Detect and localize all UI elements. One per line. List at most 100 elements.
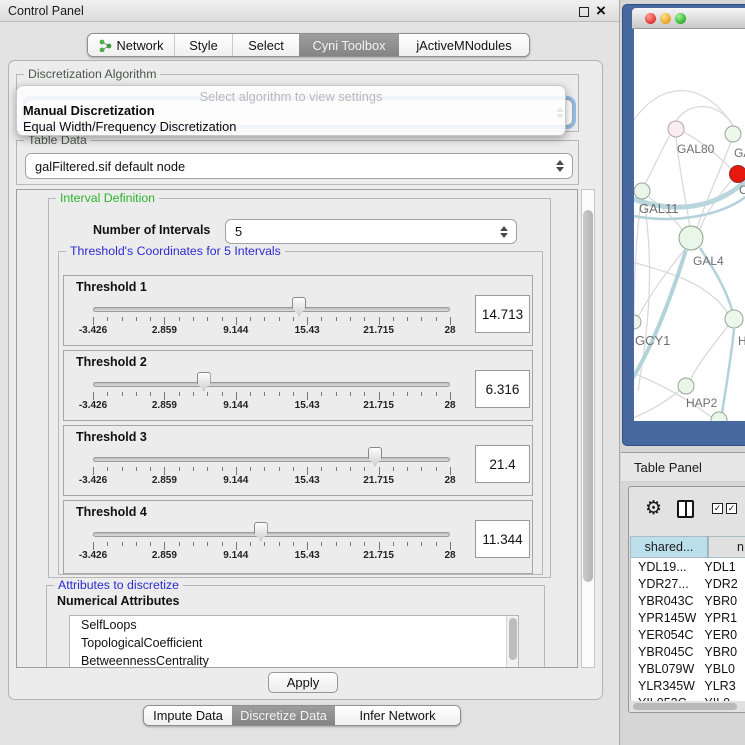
threshold-value-field[interactable]: 14.713 — [475, 295, 530, 333]
table-cell-name[interactable]: YBR0 — [704, 645, 745, 659]
slider-tick-label: 9.144 — [208, 325, 264, 336]
top-tab-style[interactable]: Style — [175, 34, 233, 56]
top-tab-network[interactable]: Network — [88, 34, 175, 56]
table-cell-shared-name[interactable]: YDL19... — [631, 560, 704, 574]
top-tab-select[interactable]: Select — [233, 34, 299, 56]
table-cell-name[interactable]: YDR2 — [704, 577, 745, 591]
threshold-row: Threshold 1-3.4262.8599.14415.4321.71528… — [63, 275, 533, 346]
dropdown-option-manual[interactable]: Manual Discretization — [23, 103, 155, 118]
table-rows[interactable]: YDL19...YDL1YDR27...YDR2YBR043CYBR0YPR14… — [630, 558, 745, 701]
network-node[interactable] — [679, 226, 703, 250]
attributes-list-scrollbar[interactable] — [506, 616, 518, 668]
slider-tick — [436, 317, 437, 321]
table-cell-name[interactable]: YBL0 — [704, 662, 745, 676]
table-cell-shared-name[interactable]: YER054C — [631, 628, 704, 642]
split-columns-icon[interactable] — [677, 500, 694, 518]
table-row[interactable]: YDR27...YDR2 — [631, 575, 745, 592]
minimize-traffic-light[interactable] — [660, 13, 671, 24]
attribute-list-item[interactable]: TopologicalCoefficient — [70, 634, 518, 652]
slider-tick — [450, 317, 451, 325]
slider-track[interactable] — [93, 307, 450, 312]
slider-thumb[interactable] — [292, 297, 306, 316]
slider-tick-label: 9.144 — [208, 550, 264, 561]
table-cell-shared-name[interactable]: YIL052C — [631, 696, 704, 702]
slider-track[interactable] — [93, 457, 450, 462]
network-node[interactable] — [725, 310, 743, 328]
top-tab-cyni-toolbox[interactable]: Cyni Toolbox — [299, 34, 399, 56]
table-row[interactable]: YBR045CYBR0 — [631, 643, 745, 660]
table-cell-name[interactable]: YER0 — [704, 628, 745, 642]
network-node[interactable] — [678, 378, 694, 394]
attribute-list-item[interactable]: BetweennessCentrality — [70, 652, 518, 668]
gear-icon[interactable]: ⚙ — [645, 499, 662, 518]
table-cell-shared-name[interactable]: YPR145W — [631, 611, 704, 625]
slider-tick — [179, 542, 180, 546]
network-node[interactable] — [668, 121, 684, 137]
table-cell-name[interactable]: YPR1 — [704, 611, 745, 625]
slider-thumb[interactable] — [197, 372, 211, 391]
close-icon[interactable]: × — [594, 0, 608, 22]
slider-tick — [207, 392, 208, 396]
slider-tick — [407, 317, 408, 321]
bottom-tab-discretize-data[interactable]: Discretize Data — [232, 706, 335, 725]
table-row[interactable]: YDL19...YDL1 — [631, 558, 745, 575]
attribute-list-item[interactable]: SelfLoops — [70, 616, 518, 634]
slider-tick — [350, 542, 351, 546]
table-data-combo[interactable]: galFiltered.sif default node — [25, 153, 573, 179]
table-row[interactable]: YIL052CYIL0 — [631, 694, 745, 701]
network-node[interactable] — [711, 412, 727, 421]
table-row[interactable]: YER054CYER0 — [631, 626, 745, 643]
threshold-value-field[interactable]: 11.344 — [475, 520, 530, 558]
checkbox-icon[interactable]: ✓ — [726, 503, 737, 514]
table-cell-name[interactable]: YLR3 — [704, 679, 745, 693]
threshold-value-field[interactable]: 21.4 — [475, 445, 530, 483]
slider-tick-label: 2.859 — [136, 400, 192, 411]
settings-scrollbar-thumb[interactable] — [583, 210, 593, 582]
num-intervals-combo[interactable]: 5 — [225, 219, 517, 244]
settings-scrollbar[interactable] — [581, 189, 595, 668]
table-cell-shared-name[interactable]: YLR345W — [631, 679, 704, 693]
bottom-tab-infer-network[interactable]: Infer Network — [335, 706, 460, 725]
slider-tick — [293, 467, 294, 471]
table-row[interactable]: YBL079WYBL0 — [631, 660, 745, 677]
network-node[interactable] — [730, 166, 745, 183]
table-cell-shared-name[interactable]: YBL079W — [631, 662, 704, 676]
slider-track[interactable] — [93, 532, 450, 537]
table-row[interactable]: YBR043CYBR0 — [631, 592, 745, 609]
dropdown-option-equal-width[interactable]: Equal Width/Frequency Discretization — [23, 119, 236, 134]
close-traffic-light[interactable] — [645, 13, 656, 24]
zoom-traffic-light[interactable] — [675, 13, 686, 24]
slider-thumb[interactable] — [368, 447, 382, 466]
network-graph[interactable]: GAL80GACGAL11GAL4GCY1HHAP2 — [634, 29, 745, 421]
table-cell-shared-name[interactable]: YDR27... — [631, 577, 704, 591]
table-row[interactable]: YLR345WYLR3 — [631, 677, 745, 694]
table-cell-shared-name[interactable]: YBR045C — [631, 645, 704, 659]
threshold-value-field[interactable]: 6.316 — [475, 370, 530, 408]
slider-tick-label: -3.426 — [65, 400, 121, 411]
apply-button[interactable]: Apply — [268, 672, 338, 693]
numerical-attributes-list[interactable]: SelfLoopsTopologicalCoefficientBetweenne… — [69, 615, 519, 668]
network-node[interactable] — [725, 126, 741, 142]
slider-tick-label: 28 — [422, 550, 478, 561]
threshold-row: Threshold 2-3.4262.8599.14415.4321.71528… — [63, 350, 533, 421]
table-row[interactable]: YPR145WYPR1 — [631, 609, 745, 626]
column-header-name[interactable]: n — [708, 536, 745, 558]
network-icon — [99, 39, 112, 52]
float-window-icon[interactable] — [579, 7, 589, 17]
checkbox-icon[interactable]: ✓ — [712, 503, 723, 514]
table-cell-name[interactable]: YIL0 — [704, 696, 745, 702]
slider-tick — [264, 542, 265, 546]
table-cell-name[interactable]: YDL1 — [704, 560, 745, 574]
network-node[interactable] — [634, 183, 650, 199]
column-header-shared[interactable]: shared... — [630, 536, 708, 558]
slider-track[interactable] — [93, 382, 450, 387]
slider-thumb[interactable] — [254, 522, 268, 541]
network-node[interactable] — [634, 315, 641, 329]
top-tab-jactivemnodules[interactable]: jActiveMNodules — [399, 34, 529, 56]
slider-tick — [93, 467, 94, 475]
table-cell-shared-name[interactable]: YBR043C — [631, 594, 704, 608]
table-cell-name[interactable]: YBR0 — [704, 594, 745, 608]
network-canvas[interactable]: GAL80GACGAL11GAL4GCY1HHAP2 — [634, 29, 745, 421]
table-hscrollbar[interactable] — [631, 702, 745, 711]
bottom-tab-impute-data[interactable]: Impute Data — [144, 706, 232, 725]
